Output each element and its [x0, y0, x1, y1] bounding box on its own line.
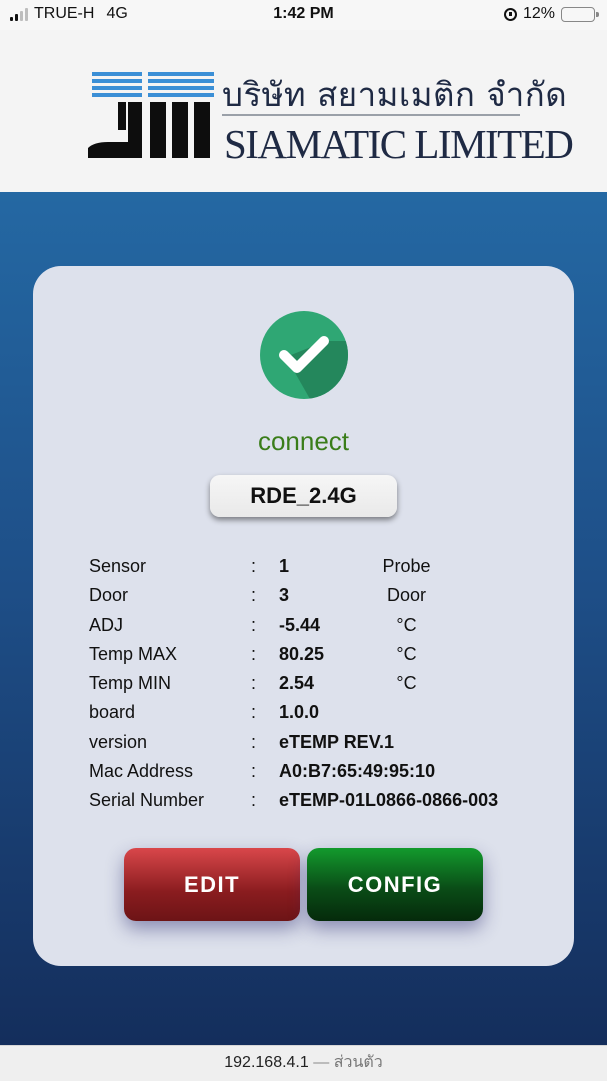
- info-label: Mac Address: [89, 761, 194, 782]
- info-value: eTEMP REV.1: [279, 731, 395, 752]
- config-button[interactable]: CONFIG: [307, 848, 483, 921]
- info-label: Door: [89, 585, 129, 606]
- info-label: board: [89, 702, 136, 723]
- info-colon: :: [251, 673, 257, 694]
- rotation-lock-icon: [503, 7, 517, 21]
- url-separator: —: [313, 1054, 330, 1071]
- info-unit: °C: [396, 643, 417, 664]
- info-unit: Probe: [382, 556, 431, 576]
- info-label: Temp MIN: [89, 673, 172, 694]
- info-colon: :: [251, 585, 257, 606]
- info-label: version: [89, 731, 148, 752]
- info-label: Temp MAX: [89, 643, 178, 664]
- company-name-english: SIAMATIC LIMITED: [224, 121, 574, 167]
- status-right: 12%: [503, 5, 599, 23]
- info-colon: :: [251, 702, 257, 723]
- info-unit: °C: [396, 673, 417, 694]
- info-value: 2.54: [279, 673, 315, 694]
- info-colon: :: [251, 790, 257, 811]
- status-bar: TRUE-H 4G 1:42 PM 12%: [0, 0, 607, 30]
- device-info-card: connect RDE_2.4G Sensor: 1 Probe Door: 3 Door…: [33, 266, 574, 966]
- url-address: 192.168.4.1: [224, 1054, 309, 1071]
- info-unit: Door: [386, 585, 426, 606]
- check-icon: [260, 311, 348, 399]
- connection-status: connect: [257, 426, 350, 456]
- info-colon: :: [251, 614, 257, 635]
- info-unit: °C: [396, 614, 417, 635]
- info-value: -5.44: [279, 614, 321, 635]
- info-colon: :: [251, 643, 257, 664]
- info-colon: :: [251, 731, 257, 752]
- siamatic-logo-icon: [88, 72, 214, 158]
- info-colon: :: [251, 761, 257, 782]
- battery-icon: [561, 6, 599, 22]
- info-value: 3: [279, 585, 290, 606]
- info-value: A0:B7:65:49:95:10: [279, 761, 436, 782]
- info-value: 1: [279, 556, 290, 576]
- ssid-button[interactable]: RDE_2.4G: [210, 475, 397, 517]
- logo-divider: [222, 114, 520, 116]
- battery-percent: 12%: [522, 5, 555, 22]
- info-label: ADJ: [89, 614, 124, 635]
- info-label: Sensor: [89, 556, 147, 576]
- browser-url-bar[interactable]: 192.168.4.1 — ส่วนตัว: [0, 1045, 607, 1081]
- info-value: 80.25: [279, 643, 325, 664]
- browsing-mode: ส่วนตัว: [333, 1054, 383, 1071]
- info-colon: :: [251, 556, 257, 576]
- company-header: บริษัท สยามเมติก จำกัด SIAMATIC LIMITED: [0, 30, 607, 192]
- main-area: connect RDE_2.4G Sensor: 1 Probe Door: 3 Door…: [0, 192, 607, 1045]
- info-label: Serial Number: [89, 790, 205, 811]
- info-value: 1.0.0: [279, 702, 320, 723]
- info-value: eTEMP-01L0866-0866-003: [279, 790, 499, 811]
- edit-button[interactable]: EDIT: [124, 848, 300, 921]
